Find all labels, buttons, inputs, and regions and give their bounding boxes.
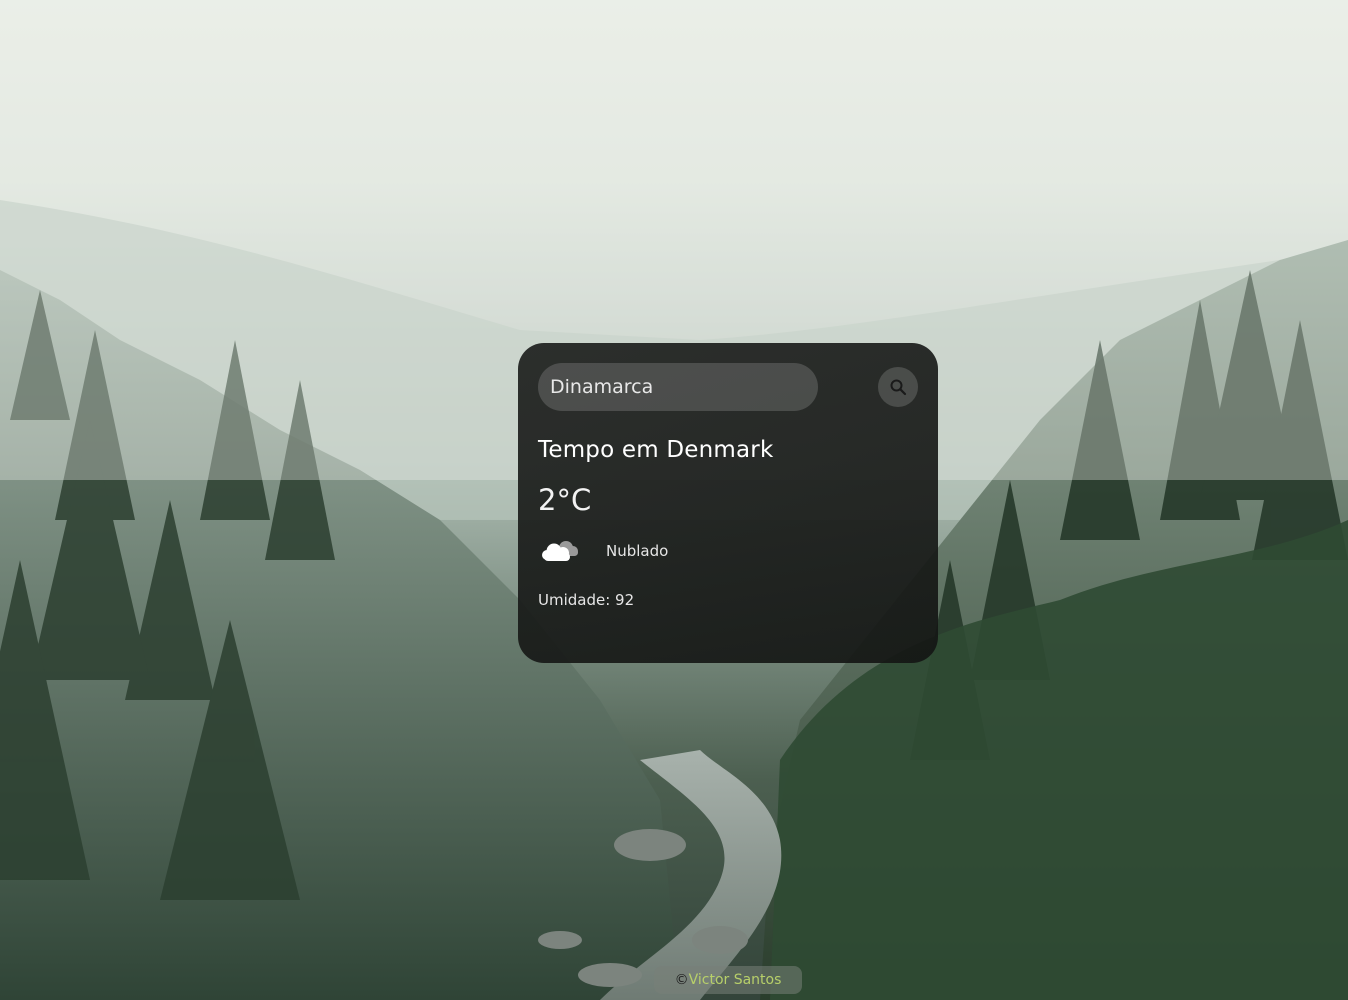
humidity: Umidade: 92 bbox=[538, 591, 635, 609]
weather-card: Tempo em Denmark 2°C Nublado Umidade: 92 bbox=[518, 343, 938, 663]
search-button[interactable] bbox=[878, 367, 918, 407]
cloudy-icon bbox=[542, 541, 578, 561]
city-search-input[interactable] bbox=[538, 363, 818, 411]
weather-description: Nublado bbox=[606, 542, 669, 560]
author-link[interactable]: Victor Santos bbox=[689, 972, 782, 988]
temperature: 2°C bbox=[538, 483, 592, 517]
copyright-symbol: © bbox=[674, 972, 689, 988]
search-icon bbox=[890, 379, 907, 396]
search-row bbox=[538, 363, 918, 411]
weather-title: Tempo em Denmark bbox=[538, 437, 774, 463]
weather-description-row: Nublado bbox=[538, 535, 918, 567]
author-credit: © Victor Santos bbox=[654, 966, 802, 994]
